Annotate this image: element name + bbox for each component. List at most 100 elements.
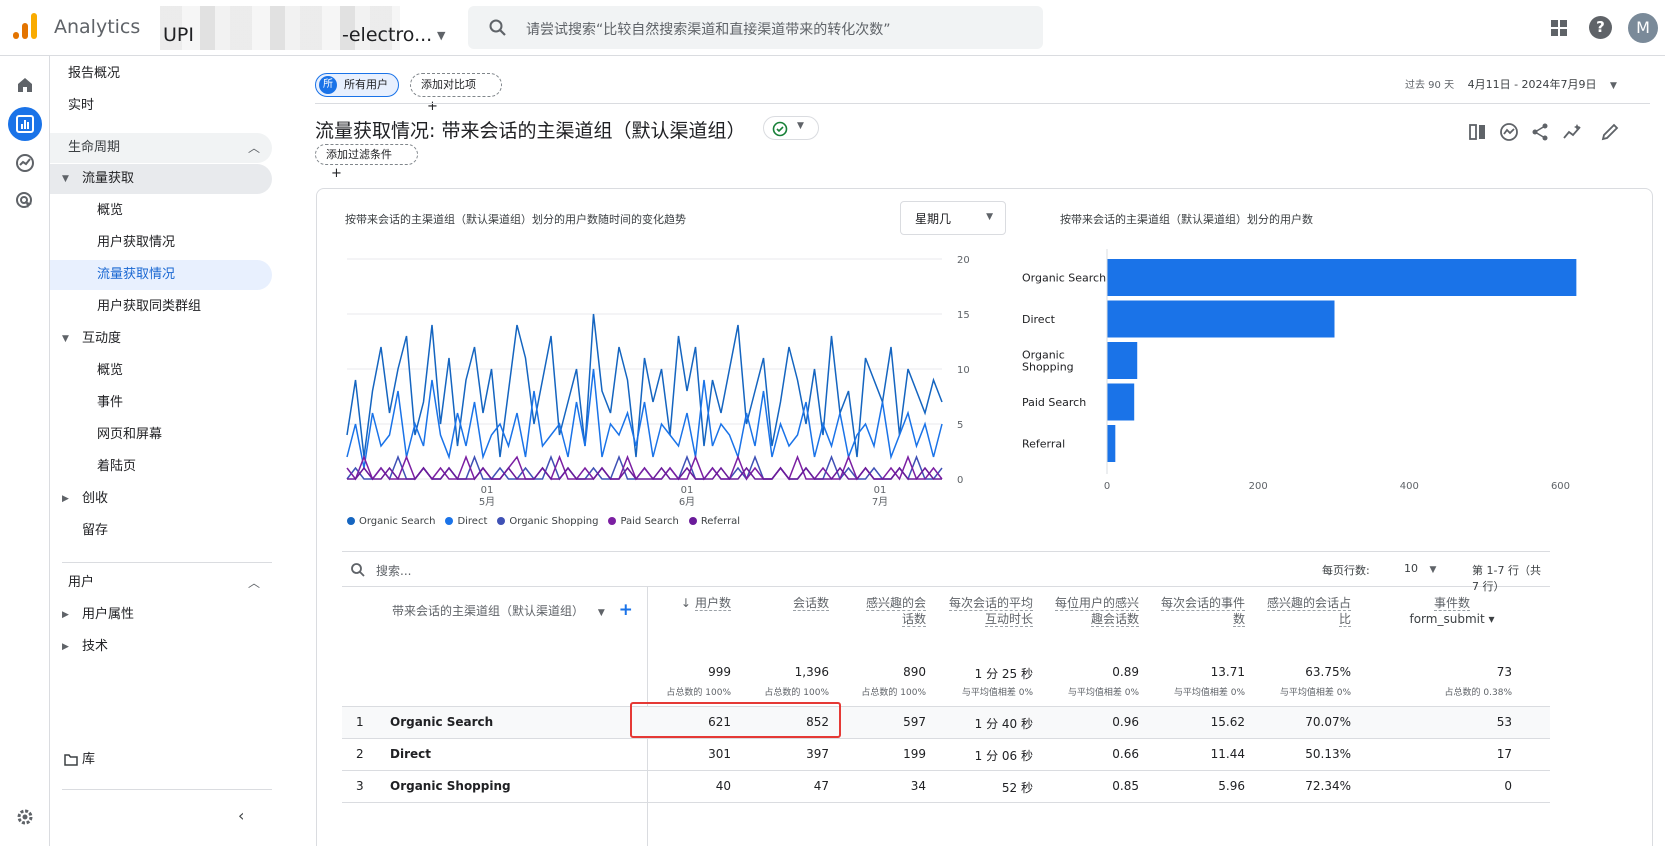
x-tick-label: 400 [1400,481,1419,492]
table-row[interactable]: 1 Organic Search 621 852 597 1 分 40 秒 0.96 15.6… [342,707,1550,739]
nav-reports-snapshot[interactable]: 报告概况 [50,59,272,89]
explore-icon[interactable] [8,146,42,180]
nav-engagement-overview[interactable]: 概览 [50,356,272,386]
bar-chart[interactable]: Organic SearchDirectOrganicShoppingPaid … [1017,244,1637,504]
compare-columns-icon[interactable] [1468,122,1488,142]
nav-engagement[interactable]: ▼ 互动度 [50,324,272,354]
total-value: 890 [903,665,926,679]
analytics-logo-icon[interactable] [12,12,38,40]
total-subtext: 占总数的 0.38% [1444,688,1512,698]
collapse-nav-icon[interactable]: ‹ [238,806,244,825]
date-range-value: 4月11日 - 2024年7月9日 [1467,78,1597,91]
nav-pages-screens[interactable]: 网页和屏幕 [50,420,272,450]
add-dimension-icon[interactable]: + [619,600,633,620]
nav-item-label: 互动度 [82,331,122,346]
report-status-button[interactable]: ▼ [763,116,819,140]
bar [1107,383,1135,421]
y-tick-label: 5 [957,420,963,431]
nav-retention[interactable]: 留存 [50,516,272,546]
home-icon[interactable] [8,68,42,102]
property-selector[interactable]: UPI -electro... ▼ [160,6,460,50]
table-row[interactable]: 3 Organic Shopping 40 47 34 52 秒 0.85 5.96 72.34… [342,771,1550,803]
row-metric-value: 34 [910,779,926,793]
nav-user-acquisition[interactable]: 用户获取情况 [50,228,272,258]
apps-grid-icon[interactable] [1549,18,1569,38]
nav-monetization[interactable]: ▶ 创收 [50,484,272,514]
legend-dot [608,517,617,525]
nav-user-acquisition-cohort[interactable]: 用户获取同类群组 [50,292,272,322]
metric-header[interactable]: 感兴趣的会话数 [856,595,926,627]
bar [1107,259,1577,296]
legend-item[interactable]: Referral [688,516,740,527]
metric-header[interactable]: 感兴趣的会话占比 [1266,595,1351,627]
metric-header[interactable]: 会话数 [759,595,829,611]
add-filter-button[interactable]: 添加过滤条件 + [315,144,418,181]
dimension-header[interactable]: 带来会话的主渠道组（默认渠道组） ▼ + [392,600,633,620]
row-dimension-value: Organic Search [390,715,494,729]
x-tick-label: 600 [1551,481,1570,492]
nav-section-lifecycle[interactable]: 生命周期 ︿ [50,133,272,163]
legend-dot [497,517,506,525]
segment-badge: 所 [319,76,337,94]
trend-sparkle-icon[interactable] [1562,122,1582,142]
x-tick-day: 01 [481,485,494,496]
total-subtext: 与平均值相差 0% [961,688,1033,698]
metric-header[interactable]: 事件数 form_submit ▾ [1392,595,1512,627]
x-tick-day: 01 [681,485,694,496]
nav-acquisition[interactable]: ▼ 流量获取 [50,164,272,194]
legend-item[interactable]: Paid Search [608,516,679,527]
legend-item[interactable]: Direct [445,516,487,527]
add-comparison-button[interactable]: 添加对比项 + [410,73,502,114]
row-index: 2 [356,747,364,761]
nav-library[interactable]: 库 [50,745,272,775]
global-search-bar[interactable]: 请尝试搜索“比较自然搜索渠道和直接渠道带来的转化次数” [468,6,1043,49]
avatar[interactable]: M [1628,13,1658,43]
x-tick-month: 7月 [872,496,888,508]
event-name-filter[interactable]: form_submit ▾ [1392,611,1512,627]
time-granularity-dropdown[interactable]: 星期几 ▼ [900,201,1006,235]
share-icon[interactable] [1530,122,1550,142]
line-chart[interactable]: 20151050015月016月017月 [317,239,997,509]
metric-header[interactable]: 每位用户的感兴趣会话数 [1054,595,1139,627]
edit-pencil-icon[interactable] [1600,122,1620,142]
report-card: 按带来会话的主渠道组（默认渠道组）划分的用户数随时间的变化趋势 星期几 ▼ 2 0… [316,188,1653,846]
line-chart-title: 按带来会话的主渠道组（默认渠道组）划分的用户数随时间的变化趋势 [345,213,686,226]
metric-header[interactable]: 每次会话的事件数 [1160,595,1245,627]
chevron-down-icon: ▼ [986,212,993,222]
row-metric-value: 40 [715,779,731,793]
nav-traffic-acquisition[interactable]: 流量获取情况 [50,260,272,290]
chevron-down-icon: ▼ [1429,565,1437,575]
reports-icon[interactable] [8,107,42,141]
rows-per-page-select[interactable]: 10 ▼ [1404,562,1436,575]
nav-user-attributes[interactable]: ▶ 用户属性 [50,600,272,630]
legend-item[interactable]: Organic Search [347,516,435,527]
segment-all-users[interactable]: 所 所有用户 [315,73,399,97]
help-icon[interactable]: ? [1589,16,1612,39]
advertising-icon[interactable] [8,184,42,218]
left-rail [0,56,50,846]
nav-tech[interactable]: ▶ 技术 [50,632,272,662]
legend-item[interactable]: Organic Shopping [497,516,598,527]
settings-gear-icon[interactable] [8,800,42,834]
property-name-suffix: -electro... [342,24,433,46]
app-title[interactable]: Analytics [54,16,140,38]
sort-arrow-icon: ↓ [680,596,691,610]
nav-section-label: 生命周期 [68,140,121,155]
metric-header[interactable]: ↓ 用户数 [661,595,731,611]
bar [1107,300,1335,338]
legend-label: Organic Shopping [509,516,599,527]
nav-section-user[interactable]: 用户 ︿ [50,568,272,598]
legend-label: Paid Search [620,516,679,527]
nav-realtime[interactable]: 实时 [50,91,272,121]
nav-events[interactable]: 事件 [50,388,272,418]
series-line-3 [346,454,943,481]
nav-landing-page[interactable]: 着陆页 [50,452,272,482]
nav-acquisition-overview[interactable]: 概览 [50,196,272,226]
table-row[interactable]: 2 Direct 301 397 199 1 分 06 秒 0.66 11.44 50.13% 1… [342,739,1550,771]
total-value: 73 [1496,665,1512,679]
date-range-picker[interactable]: 过去 90 天 4月11日 - 2024年7月9日 ▼ [1405,76,1617,92]
rows-per-page-value: 10 [1404,562,1418,575]
metric-header[interactable]: 每次会话的平均互动时长 [948,595,1033,627]
insights-icon[interactable] [1499,122,1519,142]
table-search-input[interactable]: 搜索... [376,562,411,579]
